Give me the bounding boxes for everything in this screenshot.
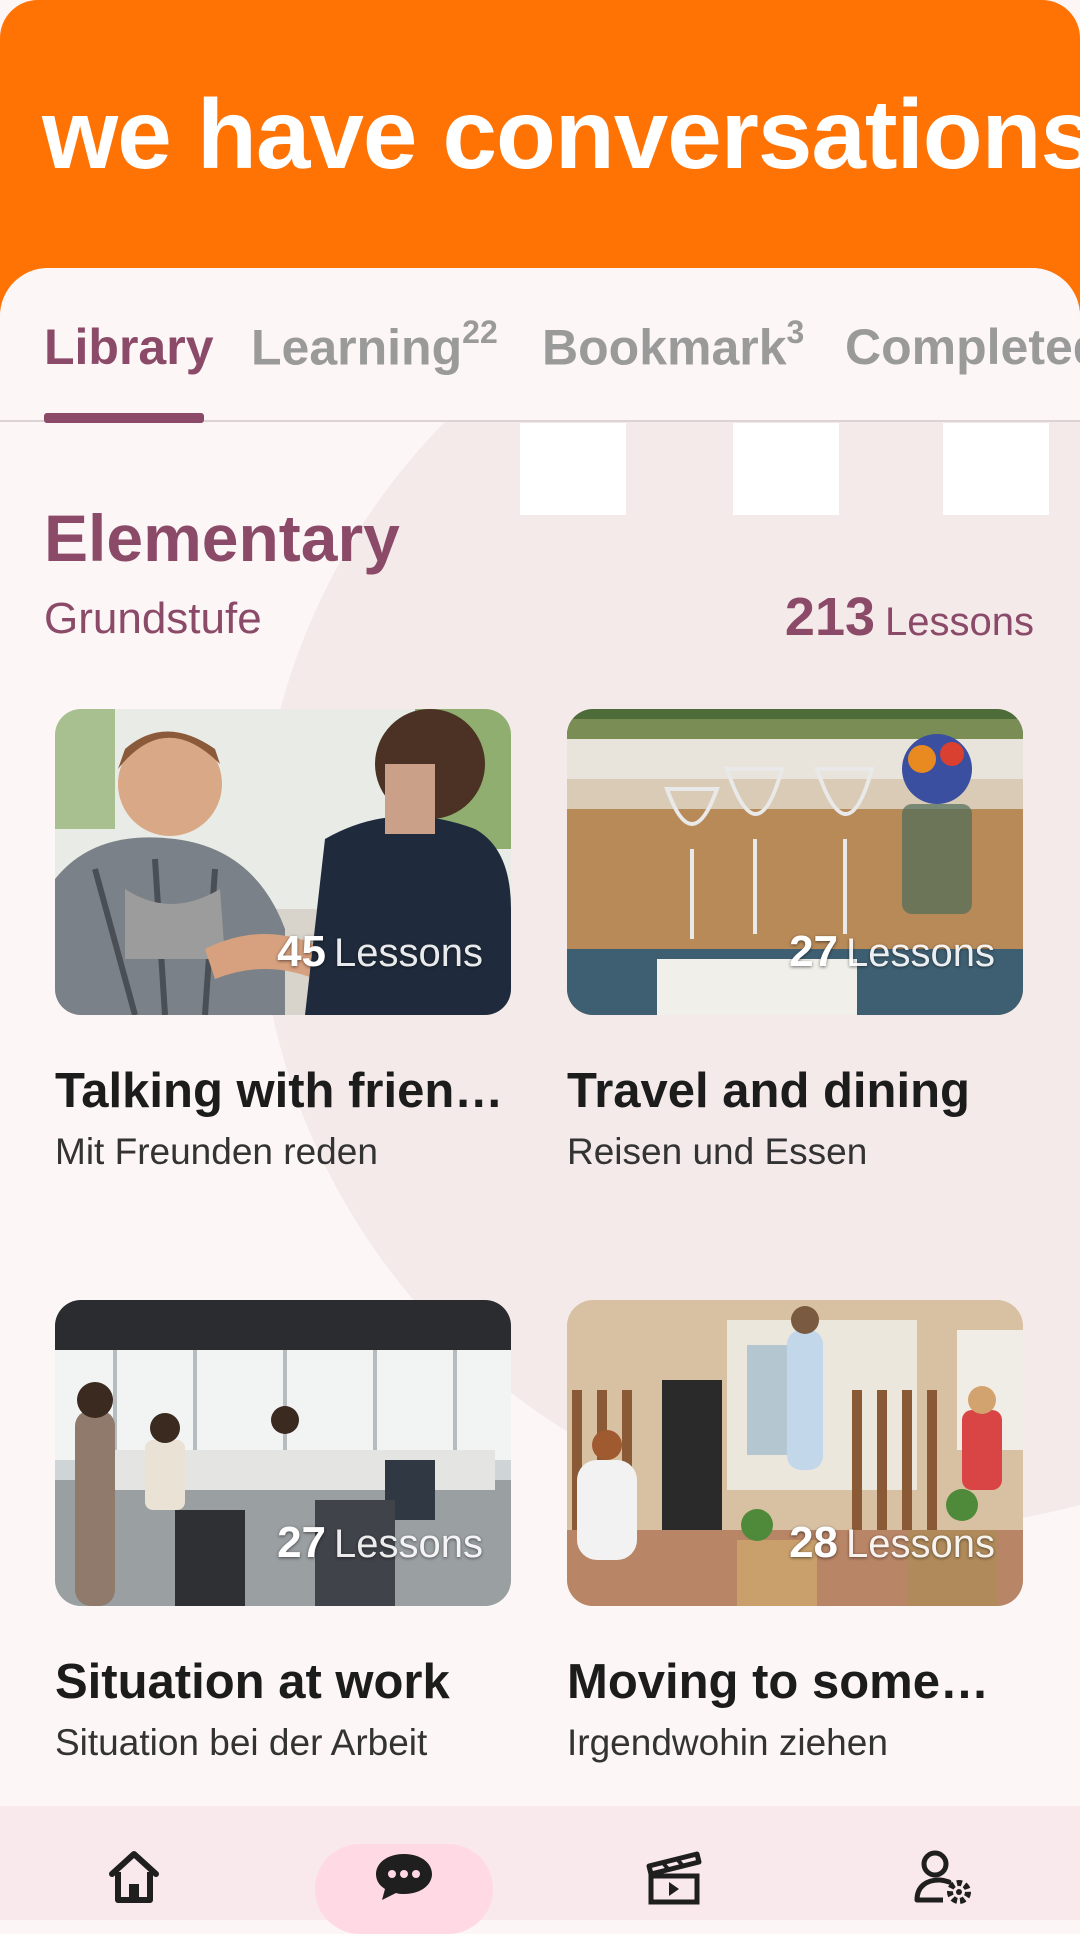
card-lesson-count: 45 Lessons <box>277 927 483 976</box>
total-lessons-label: Lessons <box>885 600 1034 644</box>
nav-profile-settings[interactable] <box>884 1848 1004 1920</box>
course-image: 28 Lessons <box>567 1300 1023 1606</box>
tab-bar: Library Learning22 Bookmark3 Completed <box>0 268 1080 423</box>
header-title: we have conversations <box>42 79 1080 189</box>
level-subtitle: Grundstufe <box>44 594 262 643</box>
card-subtitle: Irgendwohin ziehen <box>567 1722 888 1763</box>
level-title: Elementary <box>44 501 400 575</box>
course-card[interactable]: 28 Lessons Moving to somew… Irgendwohin z… <box>567 1300 1023 1764</box>
clapperboard-icon <box>646 1851 702 1905</box>
card-title: Moving to somew… <box>567 1655 1023 1709</box>
course-card[interactable]: 45 Lessons Talking with frien… Mit Freund… <box>55 709 511 1173</box>
tab-completed[interactable]: Completed <box>845 318 1080 376</box>
course-image: 27 Lessons <box>567 709 1023 1015</box>
nav-videos[interactable] <box>614 1848 734 1920</box>
course-image: 27 Lessons <box>55 1300 511 1606</box>
background-square <box>943 423 1049 515</box>
bottom-navigation <box>0 1806 1080 1934</box>
card-lesson-count: 27 Lessons <box>789 927 995 976</box>
nav-home[interactable] <box>74 1848 194 1920</box>
course-card[interactable]: 27 Lessons Travel and dining Reisen und E… <box>567 709 1023 1173</box>
chat-icon <box>376 1854 432 1900</box>
nav-conversations[interactable] <box>344 1848 464 1920</box>
card-title: Talking with frien… <box>55 1064 504 1118</box>
card-subtitle: Mit Freunden reden <box>55 1131 378 1172</box>
home-icon <box>109 1851 159 1903</box>
background-square <box>733 423 839 515</box>
card-lesson-count: 27 Lessons <box>277 1518 483 1567</box>
tab-bookmark[interactable]: Bookmark3 <box>542 314 804 377</box>
course-image: 45 Lessons <box>55 709 511 1015</box>
course-card[interactable]: 27 Lessons Situation at work Situation be… <box>55 1300 511 1764</box>
card-title: Situation at work <box>55 1655 450 1709</box>
total-lessons: 213 Lessons <box>785 586 1034 648</box>
total-lessons-count: 213 <box>784 587 876 647</box>
card-title: Travel and dining <box>567 1064 970 1118</box>
tab-badge: 22 <box>462 314 498 350</box>
card-subtitle: Reisen und Essen <box>567 1131 868 1172</box>
tab-badge: 3 <box>786 314 805 350</box>
card-subtitle: Situation bei der Arbeit <box>55 1722 428 1763</box>
background-square <box>520 423 626 515</box>
user-settings-icon <box>914 1850 971 1904</box>
tab-library[interactable]: Library <box>44 318 214 376</box>
card-lesson-count: 28 Lessons <box>789 1518 995 1567</box>
tab-learning[interactable]: Learning22 <box>251 314 498 377</box>
active-tab-indicator <box>44 413 204 423</box>
